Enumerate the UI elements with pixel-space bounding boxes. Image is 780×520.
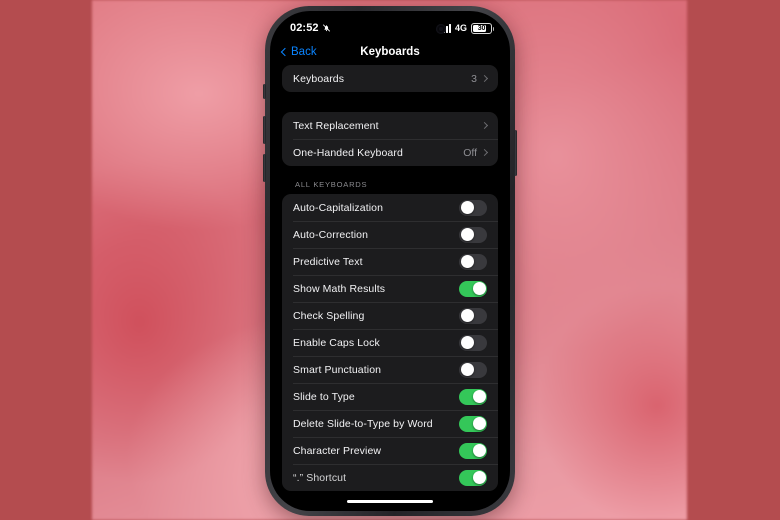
row-label: Enable Caps Lock — [293, 336, 380, 349]
power-button[interactable] — [514, 130, 517, 176]
row-slide-to-type[interactable]: Slide to Type — [282, 383, 498, 410]
chevron-right-icon — [480, 74, 489, 83]
row-label: Text Replacement — [293, 119, 379, 132]
row-label: Slide to Type — [293, 390, 355, 403]
home-indicator[interactable] — [347, 499, 433, 503]
toggle-enable-caps-lock[interactable] — [459, 334, 487, 351]
status-time-group: 02:52 — [290, 22, 331, 34]
phone-device-frame: 02:52 4G 30 Back Keyboards Keyboards 3 T… — [263, 6, 517, 516]
row-auto-capitalization[interactable]: Auto-Capitalization — [282, 194, 498, 221]
toggle-predictive-text[interactable] — [459, 253, 487, 270]
battery-icon: 30 — [471, 22, 494, 34]
toggle-character-preview[interactable] — [459, 442, 487, 459]
navigation-bar: Back Keyboards — [272, 39, 508, 65]
chevron-right-icon — [480, 121, 489, 130]
status-bar: 02:52 4G 30 — [272, 13, 508, 39]
row-label: Delete Slide-to-Type by Word — [293, 417, 433, 430]
toggle-auto-correction[interactable] — [459, 226, 487, 243]
status-indicators: 4G 30 — [439, 22, 494, 34]
row-text-replacement[interactable]: Text Replacement — [282, 112, 498, 139]
network-type-label: 4G — [454, 23, 467, 33]
row-delete-slide-to-type-by-word[interactable]: Delete Slide-to-Type by Word — [282, 410, 498, 437]
row-keyboards[interactable]: Keyboards 3 — [282, 65, 498, 92]
toggle-show-math-results[interactable] — [459, 280, 487, 297]
row-show-math-results[interactable]: Show Math Results — [282, 275, 498, 302]
row-one-handed-keyboard[interactable]: One-Handed Keyboard Off — [282, 139, 498, 166]
row-character-preview[interactable]: Character Preview — [282, 437, 498, 464]
toggle-auto-capitalization[interactable] — [459, 199, 487, 216]
volume-down-button[interactable] — [263, 154, 266, 182]
row-accessory: Off — [463, 146, 489, 159]
toggle-smart-punctuation[interactable] — [459, 361, 487, 378]
row-label: One-Handed Keyboard — [293, 146, 403, 159]
row-label: Check Spelling — [293, 309, 365, 322]
row-check-spelling[interactable]: Check Spelling — [282, 302, 498, 329]
toggle-check-spelling[interactable] — [459, 307, 487, 324]
row-label: Smart Punctuation — [293, 363, 382, 376]
chevron-right-icon — [480, 148, 489, 157]
chevron-left-icon — [280, 47, 290, 57]
row-accessory — [477, 121, 489, 130]
row-smart-punctuation[interactable]: Smart Punctuation — [282, 356, 498, 383]
text-options-card: Text Replacement One-Handed Keyboard Off — [282, 112, 498, 166]
row-label: Character Preview — [293, 444, 382, 457]
toggle-slide-to-type[interactable] — [459, 388, 487, 405]
row-label: Show Math Results — [293, 282, 386, 295]
row-label: “.” Shortcut — [293, 471, 347, 484]
row-value: 3 — [471, 72, 477, 85]
row-label: Auto-Correction — [293, 228, 369, 241]
row-label: Predictive Text — [293, 255, 363, 268]
row-auto-correction[interactable]: Auto-Correction — [282, 221, 498, 248]
back-button[interactable]: Back — [280, 46, 317, 58]
front-camera-icon — [436, 24, 446, 34]
dynamic-island — [359, 21, 421, 38]
section-header-all-keyboards: ALL KEYBOARDS — [295, 180, 368, 189]
battery-percent-label: 30 — [477, 24, 486, 32]
all-keyboards-card: Auto-Capitalization Auto-Correction Pred… — [282, 194, 498, 491]
toggle-period-shortcut[interactable] — [459, 469, 487, 486]
volume-up-button[interactable] — [263, 116, 266, 144]
status-clock: 02:52 — [290, 22, 319, 34]
phone-bezel: 02:52 4G 30 Back Keyboards Keyboards 3 T… — [270, 11, 510, 511]
keyboards-card: Keyboards 3 — [282, 65, 498, 92]
row-label: Keyboards — [293, 72, 345, 85]
row-period-shortcut[interactable]: “.” Shortcut — [282, 464, 498, 491]
row-enable-caps-lock[interactable]: Enable Caps Lock — [282, 329, 498, 356]
phone-screen: 02:52 4G 30 Back Keyboards Keyboards 3 T… — [272, 13, 508, 509]
toggle-delete-slide-to-type-by-word[interactable] — [459, 415, 487, 432]
silent-switch-button[interactable] — [263, 84, 266, 99]
back-button-label: Back — [291, 46, 317, 58]
settings-list[interactable]: Keyboards 3 Text Replacement One-Handed … — [272, 65, 508, 509]
bell-slash-icon — [322, 23, 331, 33]
row-accessory: 3 — [471, 72, 489, 85]
row-value: Off — [463, 146, 477, 159]
row-predictive-text[interactable]: Predictive Text — [282, 248, 498, 275]
row-label: Auto-Capitalization — [293, 201, 384, 214]
